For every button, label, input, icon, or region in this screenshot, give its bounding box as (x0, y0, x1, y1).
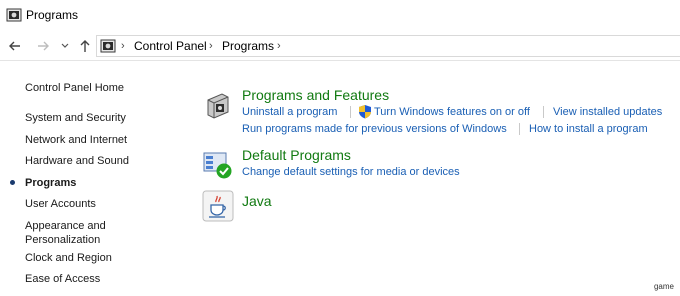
sidebar-item-control-panel-home[interactable]: Control Panel Home (25, 81, 124, 95)
uac-shield-icon (358, 104, 372, 119)
sidebar-item-ease-of-access[interactable]: Ease of Access (25, 272, 100, 286)
category-programs-and-features: Programs and Features Uninstall a progra… (200, 86, 680, 136)
title-bar: Programs (0, 0, 680, 30)
address-row: › Control Panel › Programs › (0, 31, 680, 61)
breadcrumb-separator[interactable]: › (277, 39, 281, 53)
link-divider (350, 106, 351, 118)
link-divider (519, 123, 520, 135)
category-default-programs: Default Programs Change default settings… (200, 146, 680, 180)
turn-windows-features-link[interactable]: Turn Windows features on or off (374, 105, 530, 119)
category-java: Java (200, 190, 680, 222)
default-programs-icon[interactable] (202, 149, 234, 181)
uninstall-program-link[interactable]: Uninstall a program (242, 105, 337, 119)
sidebar: Control Panel Home System and Security N… (0, 72, 190, 296)
control-panel-icon (6, 7, 22, 23)
watermark-text: game (653, 282, 674, 291)
sidebar-item-hardware-and-sound[interactable]: Hardware and Sound (25, 154, 129, 168)
breadcrumb[interactable]: › Control Panel › Programs › (96, 35, 680, 57)
programs-box-icon[interactable] (202, 88, 234, 120)
sidebar-item-clock-and-region[interactable]: Clock and Region (25, 251, 112, 265)
breadcrumb-programs[interactable]: Programs (222, 39, 274, 53)
breadcrumb-separator[interactable]: › (209, 39, 213, 53)
sidebar-item-user-accounts[interactable]: User Accounts (25, 197, 96, 211)
arrow-up-icon[interactable] (76, 37, 94, 55)
java-cup-icon[interactable] (202, 190, 234, 222)
arrow-right-icon[interactable] (34, 37, 52, 55)
breadcrumb-separator[interactable]: › (121, 39, 125, 53)
sidebar-item-programs[interactable]: Programs (25, 176, 76, 190)
change-default-settings-link[interactable]: Change default settings for media or dev… (242, 165, 460, 179)
view-installed-updates-link[interactable]: View installed updates (553, 105, 662, 119)
sidebar-item-system-and-security[interactable]: System and Security (25, 111, 126, 125)
breadcrumb-control-panel[interactable]: Control Panel (134, 39, 207, 53)
window-title: Programs (26, 8, 79, 22)
current-item-bullet (10, 180, 15, 185)
default-programs-title[interactable]: Default Programs (242, 146, 351, 164)
chevron-down-icon[interactable] (60, 37, 70, 55)
java-title[interactable]: Java (242, 192, 272, 210)
run-older-programs-link[interactable]: Run programs made for previous versions … (242, 122, 507, 136)
arrow-left-icon[interactable] (6, 37, 24, 55)
link-divider (543, 106, 544, 118)
how-to-install-link[interactable]: How to install a program (529, 122, 648, 136)
sidebar-item-appearance-line1[interactable]: Appearance and (25, 219, 106, 233)
control-panel-icon (100, 38, 116, 54)
sidebar-item-network-and-internet[interactable]: Network and Internet (25, 133, 127, 147)
sidebar-item-appearance-line2[interactable]: Personalization (25, 233, 100, 247)
programs-and-features-title[interactable]: Programs and Features (242, 86, 389, 104)
